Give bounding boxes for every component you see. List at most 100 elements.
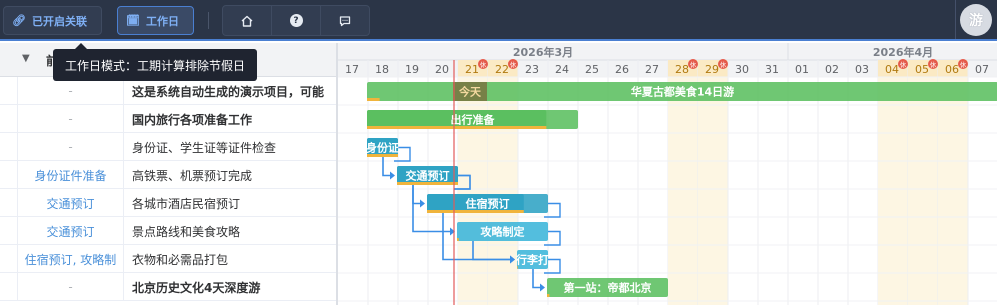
collapse-all-icon[interactable]: ▼ xyxy=(22,53,30,64)
holiday-badge-text: 休 xyxy=(930,60,937,69)
timeline-canvas: 17 18 19 20 21 休 22 休 23 24 25 26 27 28 休 29 休 30 31 01 02 03… xyxy=(338,43,997,305)
task-dependency: - xyxy=(18,273,124,301)
gantt-bar-label: 行李打 xyxy=(515,253,549,267)
toolbar-right-divider xyxy=(955,0,956,39)
day-label: 23 xyxy=(525,63,539,76)
day-label: 29 xyxy=(705,63,719,76)
task-row[interactable]: 交通预订 景点路线和美食攻略 xyxy=(0,217,336,245)
month-label: 2026年4月 xyxy=(873,45,933,59)
day-label: 20 xyxy=(435,63,449,76)
task-name: 景点路线和美食攻略 xyxy=(132,224,241,239)
day-label: 05 xyxy=(915,63,929,76)
gantt-bar-label: 攻略制定 xyxy=(481,225,525,239)
task-dependency[interactable]: 身份证件准备 xyxy=(18,161,124,189)
day-label: 22 xyxy=(495,63,509,76)
gantt-bar-progress-line xyxy=(367,98,380,101)
link-icon: 🔗︎ xyxy=(12,14,26,27)
task-row[interactable]: 身份证件准备 高铁票、机票预订完成 xyxy=(0,161,336,189)
top-toolbar: 🔗︎ 已开启关联 🗓︎ 工作日 ? 游 xyxy=(0,0,997,41)
task-name: 身份证、学生证等证件检查 xyxy=(132,140,277,155)
holiday-column xyxy=(668,77,698,305)
row-gutter xyxy=(0,273,18,301)
task-dependency[interactable]: 住宿预订, 攻略制 xyxy=(18,245,124,273)
today-label: 今天 xyxy=(458,85,482,99)
holiday-column xyxy=(698,77,728,305)
day-label: 28 xyxy=(675,63,689,76)
task-dependency[interactable]: 交通预订 xyxy=(18,189,124,217)
gantt-app: 🔗︎ 已开启关联 🗓︎ 工作日 ? 游 ▼ 前 - 这是系统自动生成的演示项目，… xyxy=(0,0,997,305)
dependency-arrow xyxy=(390,171,395,180)
gantt-bar-label: 交通预订 xyxy=(406,169,450,183)
day-label: 30 xyxy=(735,63,749,76)
row-gutter xyxy=(0,217,18,245)
task-name: 高铁票、机票预订完成 xyxy=(132,168,253,183)
day-label: 31 xyxy=(765,63,779,76)
gantt-bar-label: 住宿预订 xyxy=(466,197,510,211)
help-button[interactable]: ? xyxy=(272,6,321,35)
holiday-badge-text: 休 xyxy=(720,60,727,69)
holiday-badge-text: 休 xyxy=(480,60,487,69)
dependency-arrow xyxy=(420,199,425,208)
home-button[interactable] xyxy=(223,6,272,35)
holiday-column xyxy=(878,77,908,305)
task-row[interactable]: - 这是系统自动生成的演示项目，可能 xyxy=(0,77,336,105)
user-avatar[interactable]: 游 xyxy=(960,4,992,36)
holiday-badge-text: 休 xyxy=(510,60,517,69)
gantt-bar-label: 第一站：帝都北京 xyxy=(564,281,652,295)
day-label: 17 xyxy=(345,63,359,76)
task-row[interactable]: - 国内旅行各项准备工作 xyxy=(0,105,336,133)
task-name: 衣物和必需品打包 xyxy=(132,252,229,267)
day-label: 02 xyxy=(825,63,839,76)
day-label: 01 xyxy=(795,63,809,76)
day-label: 18 xyxy=(375,63,389,76)
day-label: 03 xyxy=(855,63,869,76)
task-name: 北京历史文化4天深度游 xyxy=(132,280,261,295)
help-icon: ? xyxy=(289,14,303,27)
day-label: 21 xyxy=(465,63,479,76)
row-gutter xyxy=(0,77,18,105)
link-toggle-label: 已开启关联 xyxy=(31,14,87,28)
month-label: 2026年3月 xyxy=(513,45,573,59)
comment-icon xyxy=(339,15,351,26)
toolbar-divider xyxy=(208,12,209,29)
task-grid: - 这是系统自动生成的演示项目，可能 - 国内旅行各项准备工作 - 身份证、学生证等证件检… xyxy=(0,77,336,305)
row-gutter xyxy=(0,133,18,161)
day-label: 07 xyxy=(975,63,989,76)
task-row[interactable]: - 身份证、学生证等证件检查 xyxy=(0,133,336,161)
task-dependency: - xyxy=(18,77,124,105)
day-label: 27 xyxy=(645,63,659,76)
workday-tooltip: 工作日模式：工期计算排除节假日 xyxy=(53,49,257,81)
gantt-timeline: 17 18 19 20 21 休 22 休 23 24 25 26 27 28 休 29 休 30 31 01 02 03… xyxy=(338,43,997,305)
workday-mode-button[interactable]: 🗓︎ 工作日 xyxy=(117,6,194,35)
link-toggle-button[interactable]: 🔗︎ 已开启关联 xyxy=(3,6,102,35)
toolbar-icon-group: ? xyxy=(222,5,370,36)
day-label: 26 xyxy=(615,63,629,76)
holiday-badge-text: 休 xyxy=(900,60,907,69)
gantt-bar-progress-line xyxy=(457,238,459,241)
day-label: 24 xyxy=(555,63,569,76)
task-name: 国内旅行各项准备工作 xyxy=(132,112,253,127)
task-row[interactable]: 交通预订 各城市酒店民宿预订 xyxy=(0,189,336,217)
comment-button[interactable] xyxy=(321,6,369,35)
holiday-badge-text: 休 xyxy=(690,60,697,69)
calendar-icon: 🗓︎ xyxy=(126,14,140,27)
holiday-badge-text: 休 xyxy=(960,60,967,69)
dependency-arrow xyxy=(540,283,545,292)
task-row[interactable]: - 北京历史文化4天深度游 xyxy=(0,273,336,301)
gantt-bar-label: 身份证 xyxy=(366,141,399,155)
task-dependency: - xyxy=(18,105,124,133)
gantt-bar-label: 华夏古都美食14日游 xyxy=(631,85,734,99)
row-gutter xyxy=(0,245,18,273)
row-gutter xyxy=(0,161,18,189)
holiday-column xyxy=(938,77,968,305)
holiday-column xyxy=(908,77,938,305)
gantt-bar-label: 出行准备 xyxy=(451,113,496,127)
task-dependency[interactable]: 交通预订 xyxy=(18,217,124,245)
task-name: 各城市酒店民宿预订 xyxy=(132,196,241,211)
task-row[interactable]: 住宿预订, 攻略制 衣物和必需品打包 xyxy=(0,245,336,273)
day-label: 06 xyxy=(945,63,959,76)
row-gutter xyxy=(0,105,18,133)
home-icon xyxy=(241,15,253,27)
workday-mode-label: 工作日 xyxy=(145,14,179,28)
day-label: 04 xyxy=(885,63,899,76)
